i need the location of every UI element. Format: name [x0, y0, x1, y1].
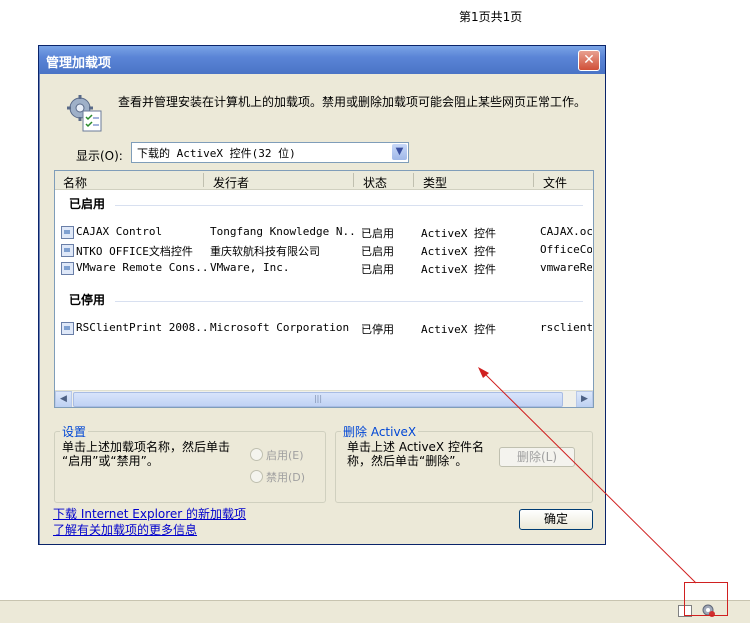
- annotation-arrow: [478, 367, 697, 584]
